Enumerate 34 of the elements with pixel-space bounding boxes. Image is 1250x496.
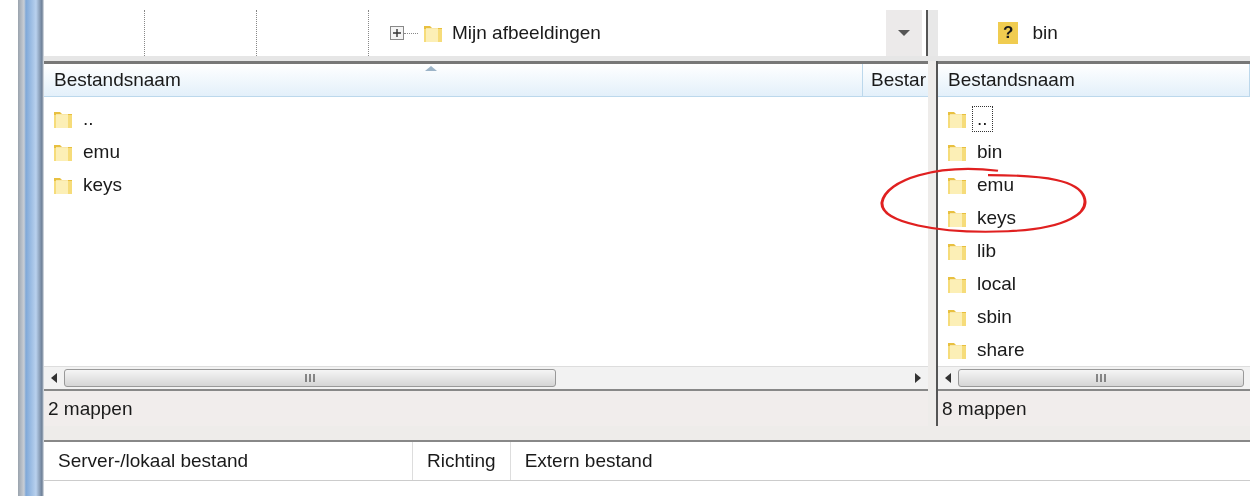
folder-name[interactable]: .. [972,105,993,132]
folder-name[interactable]: keys [972,204,1022,231]
folder-name[interactable]: .. [78,105,99,132]
folder-name[interactable]: bin [972,138,1008,165]
folder-name[interactable]: keys [78,171,128,198]
expand-icon[interactable] [390,26,404,40]
folder-name[interactable]: lib [972,237,1001,264]
column-header[interactable]: Server-/lokaal bestand [44,442,413,480]
grip-icon [1095,374,1107,382]
unknown-item-icon: ? [998,22,1019,44]
folder-name[interactable]: emu [78,138,125,165]
caret-icon [898,30,910,36]
scroll-left-icon[interactable] [50,373,58,383]
column-header[interactable]: Bestandsnaam [44,64,864,96]
scroll-left-icon[interactable] [944,373,952,383]
tree-item[interactable]: Mijn afbeeldingen [444,22,601,44]
column-header[interactable]: Extern bestand [510,442,1250,480]
status-text: 8 mappen [942,397,1027,420]
grip-icon [304,374,316,382]
horizontal-scrollbar[interactable] [44,366,928,389]
folder-name[interactable]: local [972,270,1022,297]
column-header[interactable]: Bestandsnaam [938,64,1250,96]
sort-arrow-icon [424,64,438,72]
folder-name[interactable]: share [972,336,1030,363]
horizontal-scrollbar[interactable] [938,366,1250,389]
status-text: 2 mappen [48,397,133,420]
scroll-right-icon[interactable] [914,373,922,383]
tree-item[interactable]: bin [1018,22,1058,44]
column-header[interactable]: Richting [413,442,511,480]
folder-name[interactable]: sbin [972,303,1017,330]
column-header[interactable]: Bestar [863,64,928,96]
scroll-thumb[interactable] [64,369,556,387]
scroll-thumb[interactable] [958,369,1244,387]
folder-name[interactable]: emu [972,171,1019,198]
